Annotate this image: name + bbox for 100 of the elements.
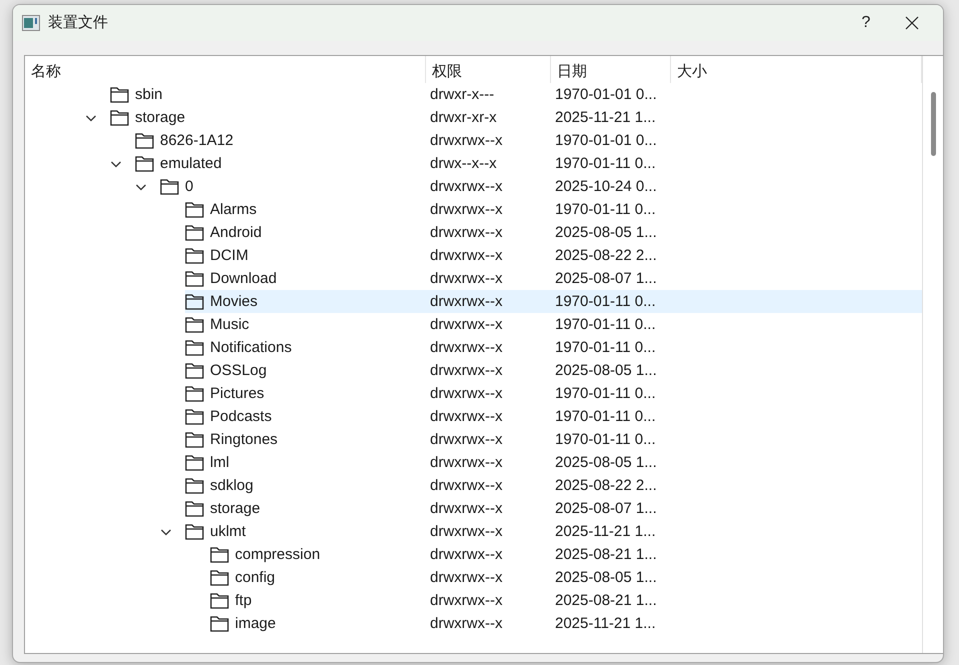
item-name: OSSLog xyxy=(210,361,267,381)
item-name: lml xyxy=(210,453,230,473)
tree-row[interactable]: Pictures drwxrwx--x 1970-01-11 0... xyxy=(185,382,922,405)
tree-row[interactable]: Music drwxrwx--x 1970-01-11 0... xyxy=(185,313,922,336)
tree-row[interactable]: config drwxrwx--x 2025-08-05 1... xyxy=(210,566,922,589)
item-name: ftp xyxy=(235,591,252,611)
permissions-cell-text: drwxrwx--x xyxy=(429,384,504,404)
tree-row[interactable]: emulated drwx--x--x 1970-01-11 0... xyxy=(135,152,922,175)
item-name: 0 xyxy=(185,177,194,197)
folder-icon xyxy=(185,454,204,471)
tree-row[interactable]: Alarms drwxrwx--x 1970-01-11 0... xyxy=(185,198,922,221)
permissions-cell-text: drwxrwx--x xyxy=(429,568,504,588)
folder-icon xyxy=(110,109,129,126)
item-name: Alarms xyxy=(210,200,257,220)
folder-icon xyxy=(185,477,204,494)
item-name: storage xyxy=(210,499,260,519)
close-icon xyxy=(905,16,919,30)
tree-row[interactable]: sdklog drwxrwx--x 2025-08-22 2... xyxy=(185,474,922,497)
permissions-cell-text: drwxrwx--x xyxy=(429,545,504,565)
item-name: compression xyxy=(235,545,320,565)
permissions-cell-text: drwxrwx--x xyxy=(429,614,504,634)
tree-row[interactable]: lml drwxrwx--x 2025-08-05 1... xyxy=(185,451,922,474)
date-cell-text: 2025-08-05 1... xyxy=(554,568,658,588)
folder-icon xyxy=(135,132,154,149)
permissions-cell-text: drwxrwx--x xyxy=(429,131,504,151)
folder-icon xyxy=(110,86,129,103)
folder-icon xyxy=(185,247,204,264)
permissions-cell-text: drwxrwx--x xyxy=(429,453,504,473)
tree-row[interactable]: Ringtones drwxrwx--x 1970-01-11 0... xyxy=(185,428,922,451)
date-cell-text: 2025-11-21 1... xyxy=(554,522,657,542)
tree-row[interactable]: storage drwxr-xr-x 2025-11-21 1... xyxy=(110,106,922,129)
folder-icon xyxy=(185,201,204,218)
date-cell-text: 2025-08-21 1... xyxy=(554,545,658,565)
date-cell-text: 2025-08-22 2... xyxy=(554,246,658,266)
permissions-cell-text: drwxrwx--x xyxy=(429,200,504,220)
date-cell-text: 1970-01-01 0... xyxy=(554,85,658,105)
folder-icon xyxy=(210,615,229,632)
tree-row[interactable]: OSSLog drwxrwx--x 2025-08-05 1... xyxy=(185,359,922,382)
permissions-cell-text: drwxrwx--x xyxy=(429,430,504,450)
tree-row[interactable]: Notifications drwxrwx--x 1970-01-11 0... xyxy=(185,336,922,359)
scrollbar-thumb[interactable] xyxy=(931,92,936,156)
date-cell-text: 1970-01-11 0... xyxy=(554,407,657,427)
tree-row[interactable]: sbin drwxr-x--- 1970-01-01 0... xyxy=(110,83,922,106)
date-cell-text: 2025-08-05 1... xyxy=(554,361,658,381)
tree-row[interactable]: Download drwxrwx--x 2025-08-07 1... xyxy=(185,267,922,290)
item-name: Download xyxy=(210,269,277,289)
item-name: Movies xyxy=(210,292,258,312)
tree-row[interactable]: compression drwxrwx--x 2025-08-21 1... xyxy=(210,543,922,566)
column-header[interactable]: 日期 xyxy=(551,56,671,83)
tree-row[interactable]: Android drwxrwx--x 2025-08-05 1... xyxy=(185,221,922,244)
date-cell-text: 1970-01-01 0... xyxy=(554,131,658,151)
date-cell-text: 2025-08-05 1... xyxy=(554,453,658,473)
tree-row[interactable]: 8626-1A12 drwxrwx--x 1970-01-01 0... xyxy=(135,129,922,152)
app-icon xyxy=(22,15,40,31)
item-name: Music xyxy=(210,315,250,335)
folder-icon xyxy=(210,546,229,563)
window-title: 装置文件 xyxy=(48,12,109,33)
folder-icon xyxy=(185,316,204,333)
date-cell-text: 1970-01-11 0... xyxy=(554,315,657,335)
tree-row[interactable]: Movies drwxrwx--x 1970-01-11 0... xyxy=(185,290,922,313)
folder-icon xyxy=(185,339,204,356)
permissions-cell-text: drwxrwx--x xyxy=(429,269,504,289)
item-name: 8626-1A12 xyxy=(160,131,234,151)
permissions-cell-text: drwxrwx--x xyxy=(429,499,504,519)
date-cell-text: 1970-01-11 0... xyxy=(554,292,657,312)
column-header[interactable]: 名称 xyxy=(25,56,426,83)
item-name: Ringtones xyxy=(210,430,278,450)
permissions-cell-text: drwxrwx--x xyxy=(429,177,504,197)
permissions-cell-text: drwxrwx--x xyxy=(429,407,504,427)
permissions-cell-text: drwxrwx--x xyxy=(429,522,504,542)
column-header[interactable]: 权限 xyxy=(426,56,551,83)
permissions-cell-text: drwxr-xr-x xyxy=(429,108,498,128)
tree-row[interactable]: image drwxrwx--x 2025-11-21 1... xyxy=(210,612,922,635)
folder-icon xyxy=(135,155,154,172)
tree-row[interactable]: Podcasts drwxrwx--x 1970-01-11 0... xyxy=(185,405,922,428)
tree-row[interactable]: 0 drwxrwx--x 2025-10-24 0... xyxy=(160,175,922,198)
tree-row[interactable]: ftp drwxrwx--x 2025-08-21 1... xyxy=(210,589,922,612)
date-cell-text: 2025-08-07 1... xyxy=(554,499,658,519)
date-cell-text: 2025-11-21 1... xyxy=(554,108,657,128)
item-name: config xyxy=(235,568,276,588)
item-name: uklmt xyxy=(210,522,246,542)
folder-icon xyxy=(185,523,204,540)
item-name: Podcasts xyxy=(210,407,272,427)
item-name: Pictures xyxy=(210,384,264,404)
date-cell-text: 2025-08-07 1... xyxy=(554,269,658,289)
folder-icon xyxy=(185,293,204,310)
item-name: Notifications xyxy=(210,338,292,358)
tree-row[interactable]: uklmt drwxrwx--x 2025-11-21 1... xyxy=(185,520,922,543)
folder-icon xyxy=(160,178,179,195)
date-cell-text: 2025-11-21 1... xyxy=(554,614,657,634)
tree-row[interactable]: DCIM drwxrwx--x 2025-08-22 2... xyxy=(185,244,922,267)
tree-row[interactable]: storage drwxrwx--x 2025-08-07 1... xyxy=(185,497,922,520)
folder-icon xyxy=(185,270,204,287)
item-name: storage xyxy=(135,108,186,128)
permissions-cell-text: drwxrwx--x xyxy=(429,223,504,243)
item-name: DCIM xyxy=(210,246,248,266)
permissions-cell-text: drwxr-x--- xyxy=(429,85,496,105)
permissions-cell-text: drwxrwx--x xyxy=(429,476,504,496)
date-cell-text: 1970-01-11 0... xyxy=(554,338,657,358)
help-button[interactable]: ? xyxy=(843,7,889,39)
